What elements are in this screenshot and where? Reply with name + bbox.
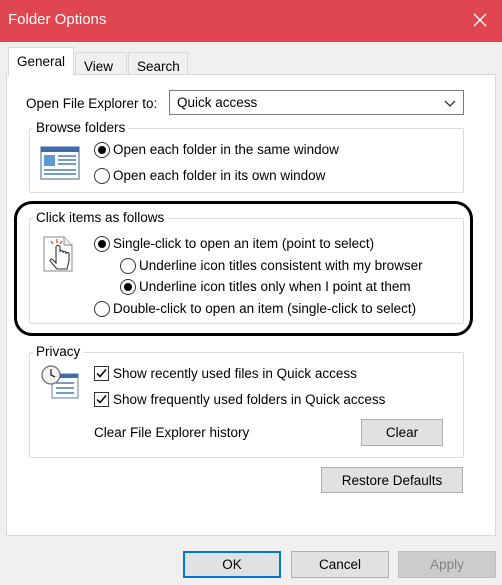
recent-files-label: Show recently used files in Quick access (113, 366, 357, 381)
restore-defaults-label: Restore Defaults (341, 472, 443, 488)
title-bar: Folder Options (0, 0, 502, 42)
browse-folders-group (29, 128, 464, 193)
apply-label: Apply (430, 557, 464, 572)
open-explorer-value: Quick access (177, 95, 258, 110)
tab-general[interactable]: General (8, 47, 74, 76)
clear-history-label: Clear File Explorer history (94, 425, 250, 440)
ok-label: OK (222, 557, 242, 572)
clock-documents-icon (40, 364, 80, 405)
same-window-radio[interactable] (94, 142, 110, 158)
open-explorer-label: Open File Explorer to: (26, 96, 158, 111)
clear-button[interactable]: Clear (361, 419, 443, 446)
apply-button[interactable]: Apply (398, 551, 496, 578)
open-explorer-dropdown[interactable]: Quick access (169, 90, 464, 115)
clear-button-label: Clear (385, 425, 419, 440)
restore-defaults-button[interactable]: Restore Defaults (321, 467, 463, 493)
close-icon[interactable] (466, 6, 494, 34)
recent-files-checkbox[interactable] (94, 366, 109, 381)
tab-view[interactable]: View (75, 52, 127, 76)
own-window-radio[interactable] (94, 168, 110, 184)
tab-search[interactable]: Search (128, 52, 188, 76)
same-window-label: Open each folder in the same window (113, 142, 339, 157)
tab-general-label: General (17, 54, 66, 69)
tab-search-label: Search (137, 59, 180, 74)
own-window-label: Open each folder in its own window (113, 168, 326, 183)
window-title: Folder Options (8, 11, 107, 28)
frequent-folders-checkbox[interactable] (94, 392, 109, 407)
ok-button[interactable]: OK (183, 551, 281, 578)
browse-folders-legend: Browse folders (33, 120, 129, 135)
chevron-down-icon (444, 97, 456, 112)
frequent-folders-label: Show frequently used folders in Quick ac… (113, 392, 386, 407)
highlight-annotation (14, 201, 473, 336)
cancel-label: Cancel (318, 557, 362, 572)
privacy-legend: Privacy (33, 344, 84, 359)
cancel-button[interactable]: Cancel (291, 551, 389, 578)
tab-view-label: View (84, 59, 114, 74)
browse-folders-icon (40, 146, 80, 185)
